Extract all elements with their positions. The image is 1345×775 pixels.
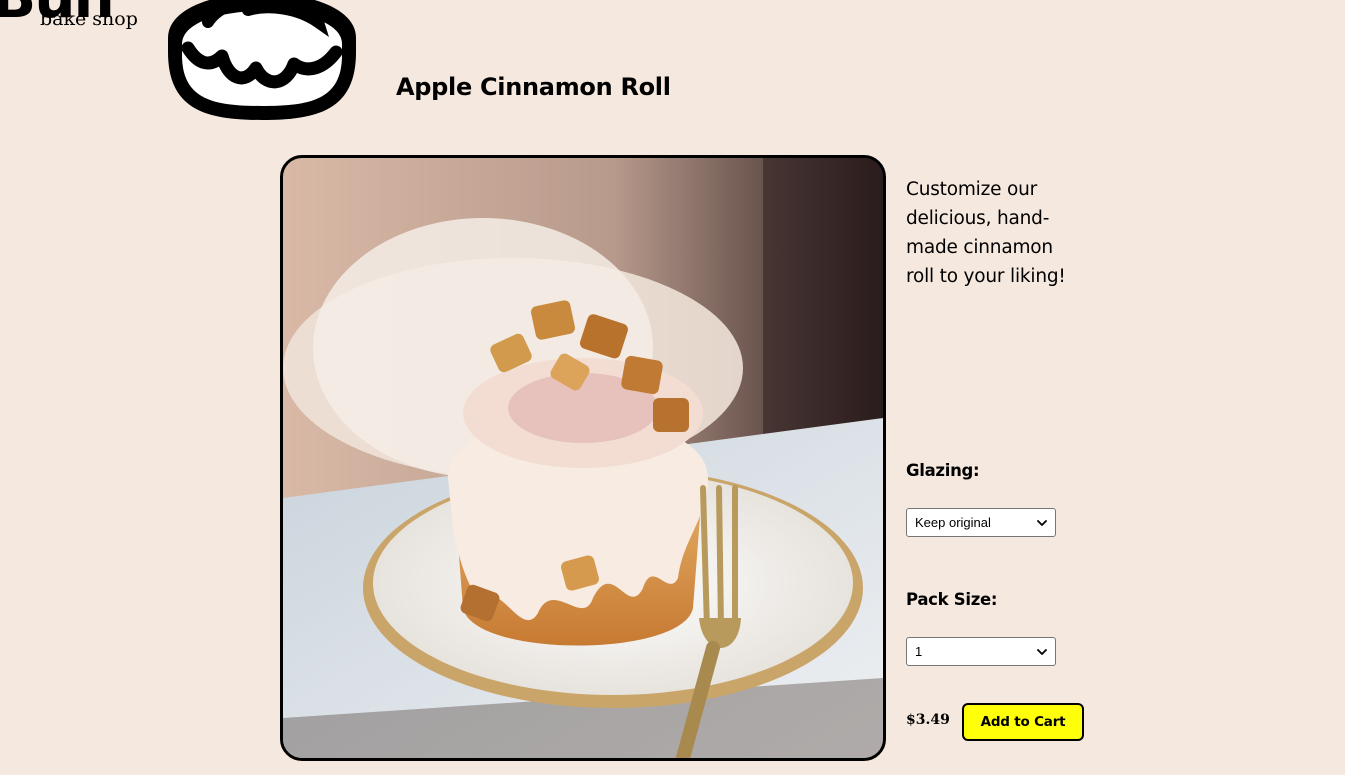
cinnamon-roll-illustration: [283, 158, 883, 758]
pack-size-selected-value: 1: [915, 644, 923, 659]
chevron-down-icon: [1037, 648, 1047, 655]
glazing-selected-value: Keep original: [915, 515, 991, 530]
glazing-select[interactable]: Keep original: [906, 508, 1056, 537]
product-image: [280, 155, 886, 761]
product-description: Customize our delicious, hand-made cinna…: [906, 179, 1066, 287]
product-price: $3.49: [906, 712, 950, 728]
product-page: Bun bake shop Apple Cinnamon Roll: [0, 0, 1345, 775]
page-title: Apple Cinnamon Roll: [396, 73, 671, 101]
glazing-label: Glazing:: [906, 461, 980, 480]
chevron-down-icon: [1037, 519, 1047, 526]
pack-size-label: Pack Size:: [906, 590, 998, 609]
logo-subtitle: bake shop: [40, 8, 138, 30]
pack-size-select[interactable]: 1: [906, 637, 1056, 666]
add-to-cart-button[interactable]: Add to Cart: [962, 703, 1084, 741]
cinnamon-bun-icon[interactable]: [148, 0, 376, 122]
